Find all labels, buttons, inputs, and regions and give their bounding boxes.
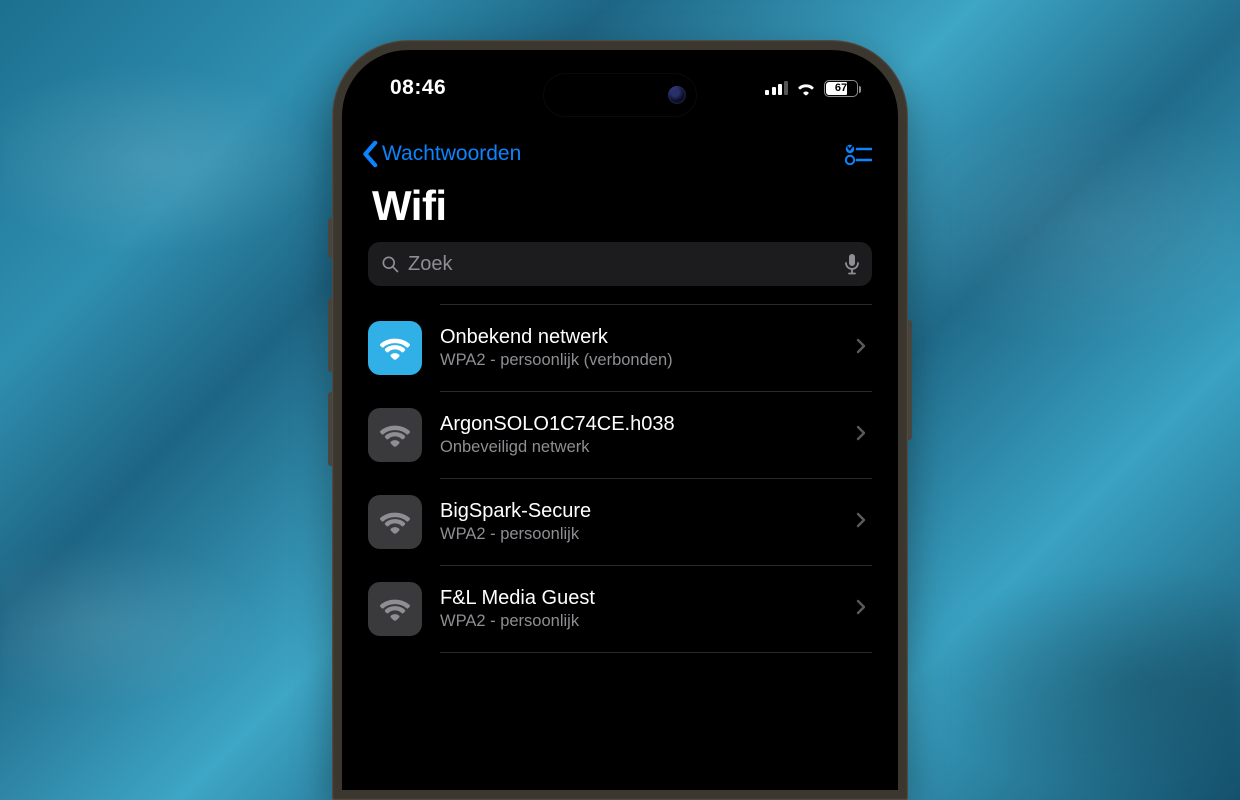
wifi-row[interactable]: ArgonSOLO1C74CE.h038 Onbeveiligd netwerk	[368, 392, 872, 478]
back-button[interactable]: Wachtwoorden	[362, 140, 521, 168]
battery-indicator: 67	[824, 80, 858, 97]
chevron-right-icon	[856, 599, 868, 620]
status-time: 08:46	[390, 76, 446, 100]
battery-percent: 67	[835, 82, 847, 94]
wifi-sub: Onbeveiligd netwerk	[440, 438, 838, 457]
wifi-icon	[368, 582, 422, 636]
wifi-icon	[368, 495, 422, 549]
wifi-row[interactable]: Onbekend netwerk WPA2 - persoonlijk (ver…	[368, 305, 872, 391]
search-input[interactable]	[408, 253, 836, 276]
phone-frame: 08:46 67	[332, 40, 908, 800]
wifi-sub: WPA2 - persoonlijk (verbonden)	[440, 351, 838, 370]
wifi-status-icon	[796, 81, 816, 96]
chevron-right-icon	[856, 512, 868, 533]
mic-icon[interactable]	[844, 253, 860, 275]
search-icon	[380, 254, 400, 274]
wifi-icon	[368, 408, 422, 462]
back-label: Wachtwoorden	[382, 142, 521, 166]
wifi-row[interactable]: BigSpark-Secure WPA2 - persoonlijk	[368, 479, 872, 565]
wifi-sub: WPA2 - persoonlijk	[440, 612, 838, 631]
wifi-name: ArgonSOLO1C74CE.h038	[440, 413, 838, 436]
wifi-row[interactable]: F&L Media Guest WPA2 - persoonlijk	[368, 566, 872, 652]
filter-list-icon	[844, 143, 872, 165]
screen: 08:46 67	[348, 56, 892, 784]
search-field[interactable]	[368, 242, 872, 286]
page-title: Wifi	[372, 182, 447, 230]
cellular-signal-icon	[765, 81, 788, 95]
chevron-right-icon	[856, 338, 868, 359]
wifi-list: Onbekend netwerk WPA2 - persoonlijk (ver…	[368, 304, 872, 653]
chevron-right-icon	[856, 425, 868, 446]
wifi-name: F&L Media Guest	[440, 587, 838, 610]
wifi-icon	[368, 321, 422, 375]
filter-button[interactable]	[844, 143, 872, 165]
wifi-name: Onbekend netwerk	[440, 326, 838, 349]
nav-bar: Wachtwoorden	[348, 130, 892, 178]
status-bar: 08:46 67	[348, 56, 892, 120]
wifi-name: BigSpark-Secure	[440, 500, 838, 523]
wifi-sub: WPA2 - persoonlijk	[440, 525, 838, 544]
chevron-left-icon	[362, 140, 380, 168]
